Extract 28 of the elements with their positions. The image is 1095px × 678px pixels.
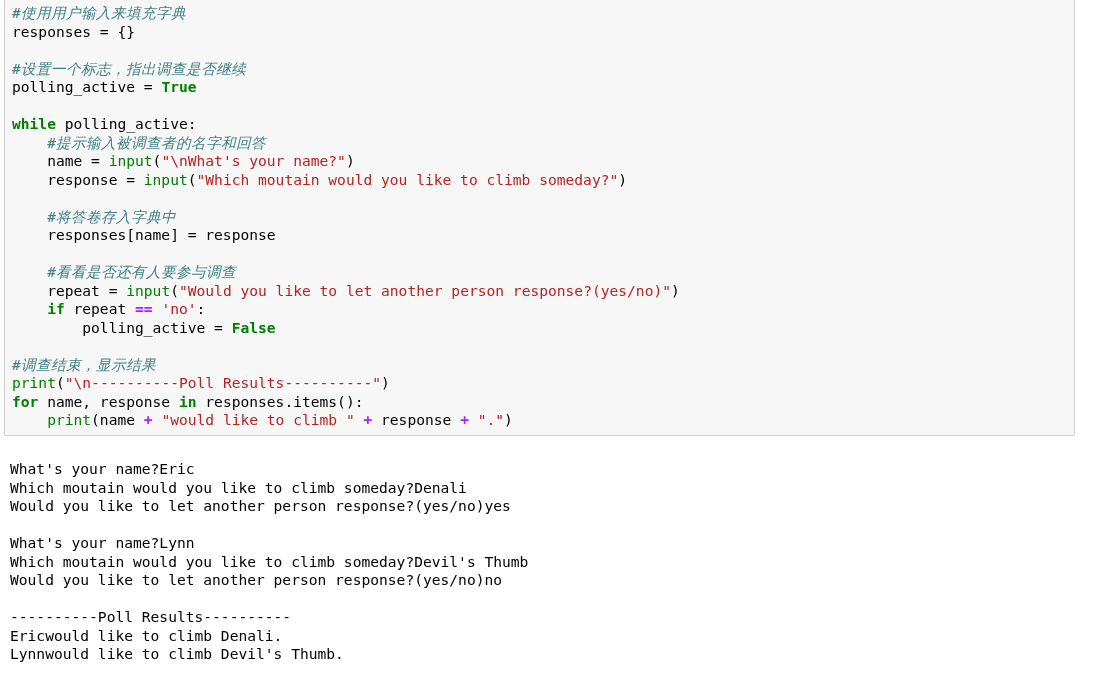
- code-line: #提示输入被调查者的名字和回答: [46, 133, 266, 152]
- code-line: #使用用户输入来填充字典: [12, 4, 186, 23]
- output-line: Ericwould like to climb Denali.: [10, 626, 283, 645]
- code-line: responses[name] = response: [46, 226, 276, 245]
- output-line: Which moutain would you like to climb someday?Devil's Thumb: [10, 552, 529, 571]
- code-line: #设置一个标志，指出调查是否继续: [12, 59, 246, 78]
- output-line: What's your name?Eric: [10, 460, 195, 479]
- code-input-area[interactable]: [4, 0, 1075, 436]
- code-line: for name, response in responses.items():: [12, 392, 364, 411]
- code-line: polling_active = False: [81, 318, 276, 337]
- code-line: name = input("\nWhat's your name?"): [46, 152, 355, 171]
- code-line: while polling_active:: [12, 115, 197, 134]
- output-line: Lynnwould like to climb Devil's Thumb.: [10, 645, 344, 664]
- code-line: if repeat == 'no':: [46, 300, 206, 319]
- output-line: What's your name?Lynn: [10, 534, 195, 553]
- code-line: #看看是否还有人要参与调查: [46, 263, 236, 282]
- code-line: responses = {}: [12, 22, 135, 41]
- code-line: #调查结束，显示结果: [12, 355, 156, 374]
- code-line: #将答卷存入字典中: [46, 207, 176, 226]
- output-line: Would you like to let another person response?(yes/no)yes: [10, 497, 511, 516]
- code-line: repeat = input("Would you like to let another person response?(yes/no)"): [46, 281, 680, 300]
- code-line: polling_active = True: [12, 78, 197, 97]
- code-line: print(name + "would like to climb " + response + "."): [46, 411, 513, 430]
- output-line: Would you like to let another person response?(yes/no)no: [10, 571, 503, 590]
- output-line: Which moutain would you like to climb someday?Denali: [10, 478, 467, 497]
- output-line: ----------Poll Results----------: [10, 608, 292, 627]
- code-line: response = input("Which moutain would you like to climb someday?"): [46, 170, 628, 189]
- code-line: print("\n----------Poll Results----------"): [12, 374, 390, 393]
